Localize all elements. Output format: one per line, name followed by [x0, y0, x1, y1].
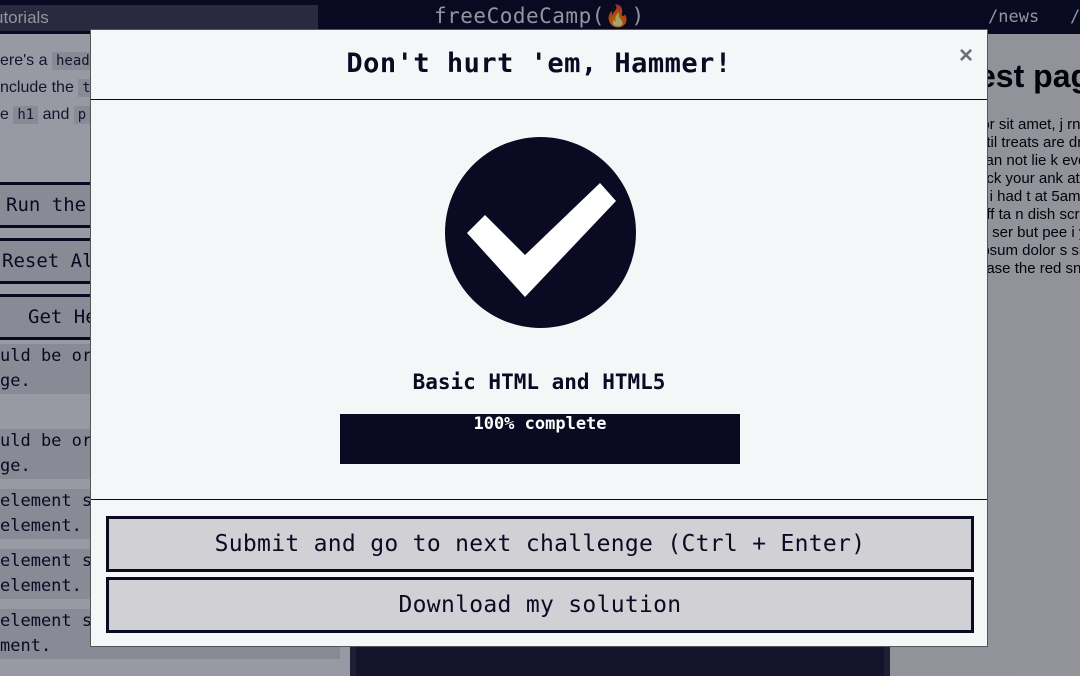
download-solution-button[interactable]: Download my solution	[106, 577, 974, 633]
progress-bar: 100% complete	[340, 414, 740, 464]
submit-next-challenge-button[interactable]: Submit and go to next challenge (Ctrl + …	[106, 516, 974, 572]
checkmark-circle-icon	[445, 137, 636, 328]
completion-modal: Don't hurt 'em, Hammer! × Basic HTML and…	[90, 29, 988, 647]
modal-footer: Submit and go to next challenge (Ctrl + …	[91, 499, 987, 633]
modal-header: Don't hurt 'em, Hammer! ×	[91, 30, 987, 100]
progress-label: 100% complete	[473, 414, 607, 434]
modal-title: Don't hurt 'em, Hammer!	[346, 48, 732, 79]
block-name: Basic HTML and HTML5	[412, 370, 666, 394]
close-button[interactable]: ×	[955, 44, 977, 68]
